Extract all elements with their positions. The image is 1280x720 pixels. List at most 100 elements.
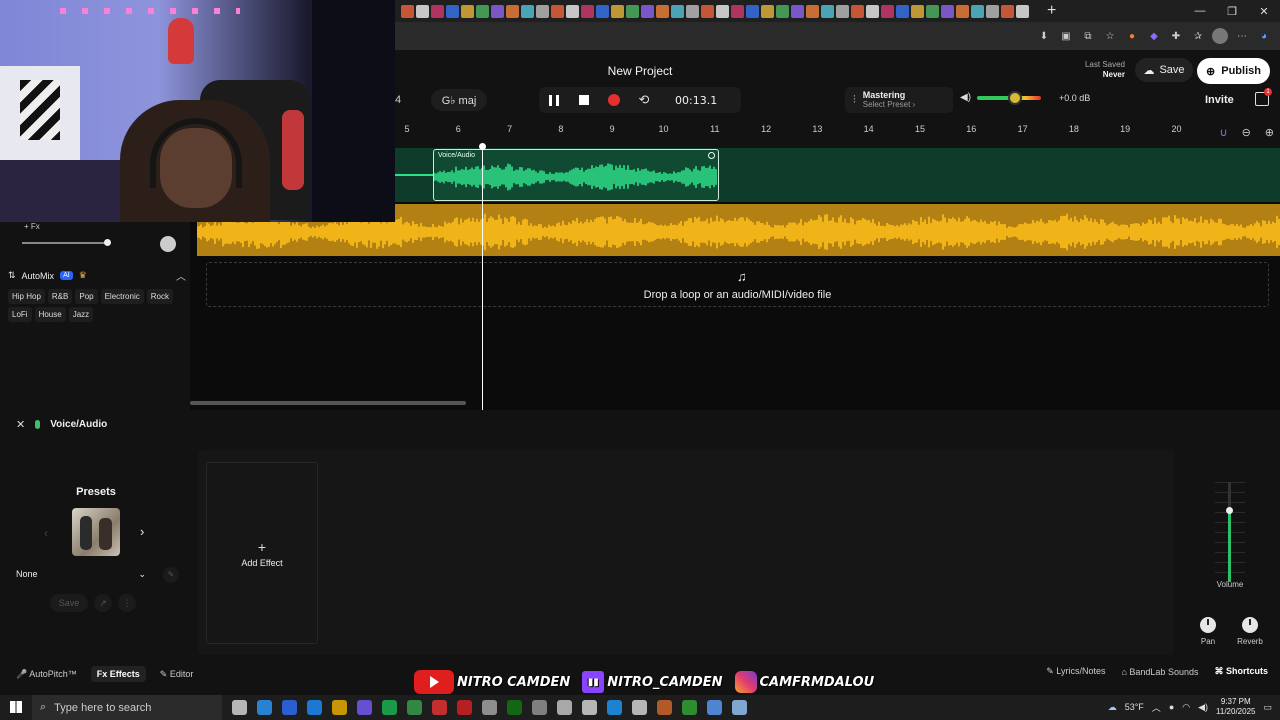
browser-tab[interactable] bbox=[581, 4, 594, 18]
browser-tab[interactable] bbox=[431, 4, 444, 18]
download-icon[interactable]: ⬇ bbox=[1036, 28, 1052, 44]
browser-tab[interactable] bbox=[701, 4, 714, 18]
genre-chip[interactable]: Hip Hop bbox=[8, 289, 45, 304]
track-volume-fader[interactable] bbox=[1215, 482, 1245, 582]
notification-icon[interactable]: ▭ bbox=[1263, 702, 1272, 713]
browser-tab[interactable] bbox=[806, 4, 819, 18]
taskbar-app-icon[interactable] bbox=[532, 700, 547, 715]
browser-tab[interactable] bbox=[896, 4, 909, 18]
voice-audio-clip[interactable]: Voice/Audio bbox=[433, 149, 719, 201]
taskbar-app-icon[interactable] bbox=[457, 700, 472, 715]
playhead[interactable] bbox=[482, 145, 483, 410]
browser-tab[interactable] bbox=[731, 4, 744, 18]
taskbar-app-icon[interactable] bbox=[657, 700, 672, 715]
browser-tab[interactable] bbox=[1001, 4, 1014, 18]
pan-knob[interactable] bbox=[1200, 617, 1216, 633]
browser-tab[interactable] bbox=[821, 4, 834, 18]
genre-chip[interactable]: LoFi bbox=[8, 307, 32, 322]
browser-tab[interactable] bbox=[401, 4, 414, 18]
browser-tab[interactable] bbox=[611, 4, 624, 18]
browser-tab[interactable] bbox=[851, 4, 864, 18]
drop-zone[interactable]: ♫ Drop a loop or an audio/MIDI/video fil… bbox=[206, 262, 1269, 307]
browser-tab[interactable] bbox=[941, 4, 954, 18]
browser-tab[interactable] bbox=[956, 4, 969, 18]
extension-orange-icon[interactable]: ● bbox=[1124, 28, 1140, 44]
browser-tabs[interactable] bbox=[395, 4, 1029, 18]
zoom-out-icon[interactable]: ⊖ bbox=[1242, 126, 1251, 139]
genre-chip[interactable]: Pop bbox=[75, 289, 98, 304]
master-volume-slider[interactable] bbox=[977, 90, 1042, 105]
taskbar-app-icon[interactable] bbox=[682, 700, 697, 715]
stop-button[interactable] bbox=[569, 87, 599, 113]
taskbar-app-icon[interactable] bbox=[257, 700, 272, 715]
wifi-icon[interactable]: ◠ bbox=[1182, 702, 1190, 713]
chevron-right-icon[interactable]: › bbox=[140, 524, 144, 539]
browser-tab[interactable] bbox=[641, 4, 654, 18]
track-pan-knob[interactable] bbox=[160, 236, 176, 252]
autopitch-tab[interactable]: 🎤 AutoPitch™ bbox=[16, 669, 77, 680]
reverb-knob[interactable] bbox=[1242, 617, 1258, 633]
browser-tab[interactable] bbox=[506, 4, 519, 18]
taskbar-clock[interactable]: 9:37 PM 11/20/2025 bbox=[1216, 697, 1255, 717]
playhead-handle[interactable] bbox=[479, 143, 486, 150]
invite-button[interactable]: Invite bbox=[1205, 94, 1234, 106]
preset-fx-icon[interactable]: ✎ bbox=[163, 567, 179, 583]
zoom-in-icon[interactable]: ⊕ bbox=[1265, 126, 1274, 139]
extension-icon[interactable]: ▣ bbox=[1058, 28, 1074, 44]
lyrics-notes-button[interactable]: ✎ Lyrics/Notes bbox=[1046, 666, 1105, 677]
track-volume-slider[interactable] bbox=[22, 242, 108, 244]
mastering-button[interactable]: ⫶ Mastering Select Preset › bbox=[845, 87, 953, 113]
loop-button[interactable]: ⟲ bbox=[629, 87, 659, 113]
browser-tab[interactable] bbox=[461, 4, 474, 18]
browser-tab[interactable] bbox=[656, 4, 669, 18]
browser-tab[interactable] bbox=[836, 4, 849, 18]
close-panel-icon[interactable]: ✕ bbox=[16, 418, 25, 431]
chevron-left-icon[interactable]: ‹ bbox=[44, 526, 48, 540]
snap-magnet-icon[interactable]: ∪ bbox=[1220, 126, 1228, 139]
volume-tray-icon[interactable]: ◀) bbox=[1198, 702, 1208, 713]
taskbar-app-icon[interactable] bbox=[407, 700, 422, 715]
genre-chip[interactable]: Electronic bbox=[100, 289, 144, 304]
taskbar-app-icon[interactable] bbox=[582, 700, 597, 715]
copilot-icon[interactable]: ◕ bbox=[1256, 28, 1272, 44]
taskbar-app-icon[interactable] bbox=[307, 700, 322, 715]
preset-save-button[interactable]: Save bbox=[50, 594, 88, 612]
publish-button[interactable]: ⊕ Publish bbox=[1197, 58, 1270, 84]
taskbar-app-icon[interactable] bbox=[557, 700, 572, 715]
browser-tab[interactable] bbox=[551, 4, 564, 18]
browser-tab[interactable] bbox=[566, 4, 579, 18]
bookmark-star-icon[interactable]: ☆ bbox=[1102, 28, 1118, 44]
new-tab-icon[interactable]: + bbox=[1047, 3, 1056, 19]
extension-purple-icon[interactable]: ◆ bbox=[1146, 28, 1162, 44]
share-icon[interactable]: ⧉ bbox=[1080, 28, 1096, 44]
volume-fader-knob[interactable] bbox=[1226, 507, 1233, 514]
browser-tab[interactable] bbox=[626, 4, 639, 18]
windows-start-icon[interactable] bbox=[10, 701, 22, 713]
project-title[interactable]: New Project bbox=[585, 64, 695, 78]
browser-tab[interactable] bbox=[476, 4, 489, 18]
taskbar-app-icon[interactable] bbox=[382, 700, 397, 715]
browser-tab[interactable] bbox=[596, 4, 609, 18]
browser-tab[interactable] bbox=[716, 4, 729, 18]
share-preset-icon[interactable]: ↗ bbox=[94, 594, 112, 612]
taskbar-app-icon[interactable] bbox=[432, 700, 447, 715]
browser-tab[interactable] bbox=[866, 4, 879, 18]
browser-tab[interactable] bbox=[986, 4, 999, 18]
browser-tab[interactable] bbox=[446, 4, 459, 18]
browser-tab[interactable] bbox=[521, 4, 534, 18]
favorites-icon[interactable]: ✰ bbox=[1190, 28, 1206, 44]
taskbar-app-icon[interactable] bbox=[232, 700, 247, 715]
browser-tab[interactable] bbox=[1016, 4, 1029, 18]
effects-tab[interactable]: Fx Effects bbox=[90, 666, 146, 682]
taskbar-app-icon[interactable] bbox=[632, 700, 647, 715]
browser-tab[interactable] bbox=[911, 4, 924, 18]
master-volume-knob[interactable] bbox=[1008, 90, 1023, 105]
taskbar-app-icon[interactable] bbox=[507, 700, 522, 715]
add-effect-button[interactable]: + Add Effect bbox=[206, 462, 318, 644]
browser-tab[interactable] bbox=[926, 4, 939, 18]
preset-dropdown[interactable]: None ⌄ bbox=[16, 565, 150, 583]
preset-thumbnail[interactable] bbox=[72, 508, 120, 556]
genre-chip[interactable]: Rock bbox=[146, 289, 173, 304]
browser-tab[interactable] bbox=[671, 4, 684, 18]
browser-tab[interactable] bbox=[491, 4, 504, 18]
